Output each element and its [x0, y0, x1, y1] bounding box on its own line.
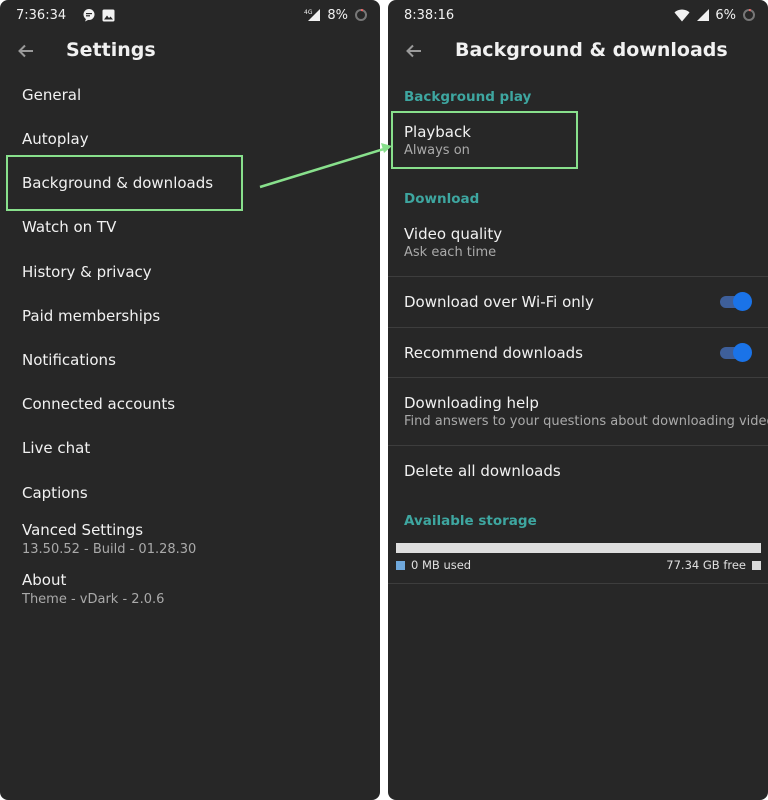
back-arrow-icon[interactable] — [16, 41, 36, 61]
playback-title: Playback — [404, 123, 471, 141]
signal-icon: 4G — [304, 8, 322, 22]
menu-item-about[interactable]: About Theme - vDark - 2.0.6 — [22, 571, 164, 607]
playback-setting[interactable]: Playback Always on — [388, 113, 768, 169]
app-bar: Settings — [0, 30, 380, 72]
recommend-downloads-title: Recommend downloads — [404, 344, 583, 362]
battery-level: 8% — [327, 7, 348, 23]
menu-item-label: Captions — [22, 484, 88, 502]
storage-used-legend: 0 MB used — [396, 558, 471, 572]
delete-all-downloads-setting[interactable]: Delete all downloads — [388, 446, 768, 496]
back-arrow-icon[interactable] — [404, 41, 424, 61]
toggle-thumb — [733, 343, 752, 362]
menu-item-label: Watch on TV — [22, 218, 117, 236]
storage-usage-bar — [396, 543, 761, 553]
section-header-background-play: Background play — [404, 89, 532, 105]
image-notification-icon — [102, 9, 115, 22]
storage-used-label: 0 MB used — [411, 558, 472, 572]
menu-item-label: Vanced Settings — [22, 521, 144, 539]
toggle-thumb — [733, 292, 752, 311]
status-bar: 7:36:34 4G 8% — [0, 0, 380, 30]
storage-free-legend: 77.34 GB free — [666, 558, 761, 572]
menu-item-label: History & privacy — [22, 263, 152, 281]
battery-level: 6% — [715, 7, 736, 23]
network-type-label: 4G — [304, 9, 313, 16]
battery-ring-icon — [354, 8, 368, 22]
menu-item-label: About — [22, 571, 67, 589]
app-bar: Background & downloads — [388, 30, 768, 72]
delete-all-downloads-title: Delete all downloads — [404, 462, 561, 480]
menu-item-label: Connected accounts — [22, 395, 176, 413]
playback-subtitle: Always on — [404, 143, 470, 158]
download-wifi-only-title: Download over Wi-Fi only — [404, 293, 594, 311]
storage-free-label: 77.34 GB free — [666, 558, 746, 572]
menu-item-label: General — [22, 86, 82, 104]
video-quality-title: Video quality — [404, 225, 503, 243]
menu-item-label: Background & downloads — [22, 174, 214, 192]
menu-item-label: Autoplay — [22, 130, 89, 148]
menu-item-watch-on-tv[interactable]: Watch on TV — [22, 218, 116, 236]
menu-item-vanced-settings[interactable]: Vanced Settings 13.50.52 - Build - 01.28… — [22, 521, 196, 557]
settings-screen: 7:36:34 4G 8% Settings General Autoplay … — [0, 0, 380, 800]
page-title: Background & downloads — [455, 39, 728, 61]
menu-item-label: Notifications — [22, 351, 116, 369]
menu-item-live-chat[interactable]: Live chat — [22, 439, 90, 457]
status-time: 8:38:16 — [404, 7, 455, 23]
download-wifi-only-setting[interactable]: Download over Wi-Fi only — [388, 277, 768, 327]
recommend-downloads-setting[interactable]: Recommend downloads — [388, 328, 768, 377]
download-wifi-only-toggle[interactable] — [718, 291, 752, 311]
used-swatch — [396, 560, 405, 570]
status-bar: 8:38:16 6% — [388, 0, 768, 30]
menu-item-paid-memberships[interactable]: Paid memberships — [22, 307, 160, 325]
menu-item-sublabel: 13.50.52 - Build - 01.28.30 — [22, 542, 197, 557]
menu-item-label: Live chat — [22, 439, 91, 457]
background-downloads-screen: 8:38:16 6% Background & downloads Backgr… — [388, 0, 768, 800]
video-quality-subtitle: Ask each time — [404, 245, 497, 260]
menu-item-history-privacy[interactable]: History & privacy — [22, 263, 152, 281]
divider — [388, 583, 768, 584]
menu-item-captions[interactable]: Captions — [22, 484, 88, 502]
recommend-downloads-toggle[interactable] — [718, 342, 752, 362]
video-quality-setting[interactable]: Video quality Ask each time — [388, 215, 768, 275]
section-header-available-storage: Available storage — [404, 513, 537, 529]
free-swatch — [752, 560, 761, 570]
signal-icon — [696, 8, 710, 22]
downloading-help-setting[interactable]: Downloading help Find answers to your qu… — [388, 378, 768, 445]
menu-item-sublabel: Theme - vDark - 2.0.6 — [22, 592, 165, 607]
menu-item-label: Paid memberships — [22, 307, 161, 325]
wifi-icon — [674, 9, 690, 22]
downloading-help-title: Downloading help — [404, 394, 539, 412]
menu-item-notifications[interactable]: Notifications — [22, 351, 116, 369]
menu-item-background-downloads[interactable]: Background & downloads — [22, 174, 213, 192]
chat-notification-icon — [82, 8, 96, 22]
downloading-help-subtitle: Find answers to your questions about dow… — [404, 414, 768, 429]
battery-ring-icon — [742, 8, 756, 22]
page-title: Settings — [66, 39, 156, 61]
menu-item-general[interactable]: General — [22, 86, 81, 104]
menu-item-connected-accounts[interactable]: Connected accounts — [22, 395, 175, 413]
section-header-download: Download — [404, 191, 480, 207]
menu-item-autoplay[interactable]: Autoplay — [22, 130, 89, 148]
status-time: 7:36:34 — [16, 7, 67, 23]
